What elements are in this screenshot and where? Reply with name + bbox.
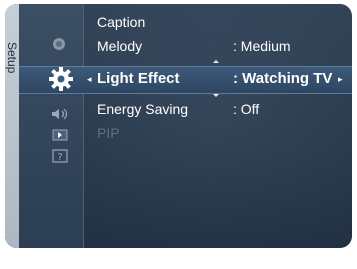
menu-item-caption[interactable]: Caption bbox=[97, 13, 337, 31]
setup-gear-icon[interactable] bbox=[48, 66, 74, 92]
menu-item-pip: PIP bbox=[97, 124, 337, 142]
picture-icon[interactable] bbox=[52, 37, 66, 51]
caret-up-icon[interactable] bbox=[213, 60, 219, 63]
caret-down-icon[interactable] bbox=[213, 94, 219, 97]
right-arrow-icon[interactable]: ▸ bbox=[338, 74, 343, 84]
menu-item-light-effect[interactable]: Light Effect : Watching TV bbox=[97, 70, 337, 88]
channel-icon[interactable] bbox=[52, 128, 68, 142]
menu-item-value: : Medium bbox=[233, 38, 291, 54]
support-icon[interactable]: ? bbox=[52, 148, 68, 164]
svg-text:?: ? bbox=[57, 152, 62, 163]
menu-item-value: : Watching TV bbox=[233, 70, 333, 87]
setup-category-label: Setup bbox=[5, 42, 19, 74]
menu-item-melody[interactable]: Melody : Medium bbox=[97, 37, 337, 55]
menu-item-label: Light Effect bbox=[97, 70, 180, 87]
menu-item-label: PIP bbox=[97, 125, 120, 141]
setup-menu-panel: Setup ? Caption Melody: Medium Light Ef… bbox=[5, 4, 352, 248]
sound-icon[interactable] bbox=[51, 108, 69, 120]
setup-category-strip: Setup bbox=[5, 4, 19, 248]
menu-item-label: Melody bbox=[97, 38, 143, 54]
left-arrow-icon[interactable]: ◂ bbox=[87, 74, 92, 84]
menu-item-label: Energy Saving bbox=[97, 101, 189, 117]
menu-item-value: : Off bbox=[233, 101, 260, 117]
menu-item-energy-saving[interactable]: Energy Saving : Off bbox=[97, 100, 337, 118]
menu-item-label: Caption bbox=[97, 14, 146, 30]
